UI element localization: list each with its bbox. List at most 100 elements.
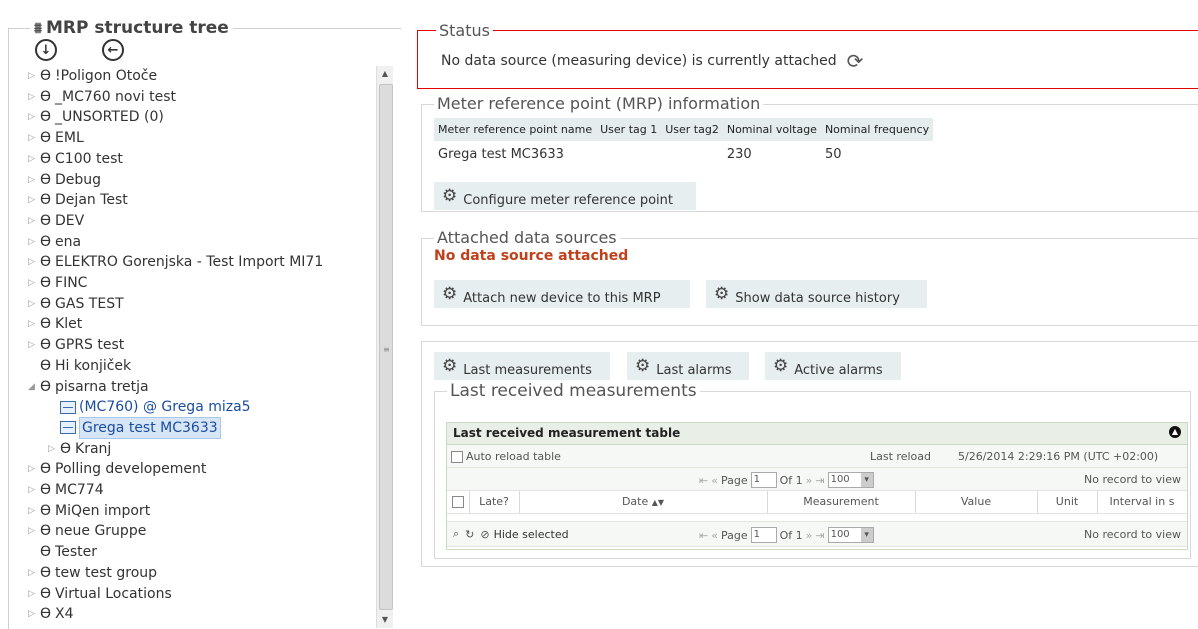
tree-item[interactable]: ▷ Ө X4 xyxy=(28,604,74,624)
gear-icon: ⚙ xyxy=(442,284,458,304)
no-record-text: No record to view xyxy=(1084,528,1181,541)
tree-item[interactable]: ◢ Өpisarna tretja xyxy=(28,377,149,397)
tree-item[interactable]: ▷ Ө Dejan Test xyxy=(28,190,128,210)
expand-arrow-icon[interactable]: ▷ xyxy=(28,294,40,314)
scroll-down-icon[interactable]: ▼ xyxy=(377,612,393,628)
tree-item[interactable]: (MC760) @ Grega miza5 xyxy=(48,397,251,417)
auto-reload-checkbox[interactable] xyxy=(451,450,463,463)
last-page-icon[interactable]: ⇥ xyxy=(815,474,824,487)
tree-item[interactable]: ▷ Ө DEV xyxy=(28,211,84,231)
expand-arrow-icon[interactable]: ▷ xyxy=(28,211,40,231)
tree-item[interactable]: ▷ Өneue Gruppe xyxy=(28,521,146,541)
tree-item[interactable]: ▷ Ө EML xyxy=(28,128,84,148)
tree-item[interactable]: ▷ Ө C100 test xyxy=(28,149,123,169)
expand-arrow-icon[interactable]: ▷ xyxy=(28,563,40,583)
expand-arrow-icon[interactable]: ▷ xyxy=(28,170,40,190)
tree-item-label: MiQen import xyxy=(55,502,151,519)
col-value[interactable]: Value xyxy=(915,491,1038,513)
col-user-tag2: User tag2 xyxy=(661,118,723,141)
col-measurement[interactable]: Measurement xyxy=(767,491,916,513)
tree-item[interactable]: Ө Tester xyxy=(28,542,97,562)
hide-selected-button[interactable]: ⊘ Hide selected xyxy=(480,528,568,541)
show-history-button[interactable]: ⚙ Show data source history xyxy=(706,280,927,308)
tree-scrollbar[interactable]: ▲ ≡ ▼ xyxy=(376,66,393,628)
expand-arrow-icon[interactable]: ▷ xyxy=(28,521,40,541)
expand-arrow-icon[interactable]: ▷ xyxy=(48,439,60,459)
tree-item-label: !Poligon Otoče xyxy=(55,68,158,84)
search-icon[interactable]: ⌕ xyxy=(453,527,459,541)
scroll-thumb[interactable]: ≡ xyxy=(379,84,393,610)
page-input[interactable]: 1 xyxy=(750,472,777,488)
expand-arrow-icon[interactable]: ▷ xyxy=(28,252,40,272)
col-late[interactable]: Late? xyxy=(469,491,520,513)
reload-icon[interactable]: ↻ xyxy=(465,528,474,541)
tree-item[interactable]: ▷ Өena xyxy=(28,232,81,252)
tree-item-label: tew test group xyxy=(55,564,158,581)
tree-item[interactable]: ▷ Ө MC774 xyxy=(28,480,104,500)
location-node-icon: Ө xyxy=(40,461,52,478)
expand-arrow-icon[interactable]: ▷ xyxy=(28,66,40,86)
expand-arrow-icon[interactable]: ▷ xyxy=(28,480,40,500)
cell-nominal-voltage: 230 xyxy=(726,147,752,162)
location-node-icon: Ө xyxy=(40,606,52,623)
expand-arrow-icon[interactable]: ▷ xyxy=(28,273,40,293)
tab-last-alarms[interactable]: ⚙ Last alarms xyxy=(627,352,749,380)
prev-page-icon[interactable]: « xyxy=(711,474,718,487)
expand-arrow-icon[interactable]: ▷ xyxy=(28,87,40,107)
first-page-icon[interactable]: ⇤ xyxy=(699,474,708,487)
tree-item[interactable]: ▷ Ө _MC760 novi test xyxy=(28,87,176,107)
prev-page-icon[interactable]: « xyxy=(711,529,718,542)
attach-device-button[interactable]: ⚙ Attach new device to this MRP xyxy=(434,280,690,308)
tree-item-label: ena xyxy=(55,233,82,250)
select-all-checkbox[interactable] xyxy=(452,496,464,508)
expand-arrow-icon[interactable]: ▷ xyxy=(28,459,40,479)
auto-reload-toggle[interactable]: Auto reload table xyxy=(451,450,561,463)
col-interval[interactable]: Interval in s xyxy=(1097,491,1187,513)
tree-item[interactable]: ▷ Ө Virtual Locations xyxy=(28,584,172,604)
expand-arrow-icon[interactable]: ▷ xyxy=(28,149,40,169)
tree-item[interactable]: Grega test MC3633 xyxy=(48,416,221,439)
tree-item[interactable]: ▷ Ө _UNSORTED (0) xyxy=(28,107,164,127)
col-unit[interactable]: Unit xyxy=(1037,491,1098,513)
back-icon[interactable]: ← xyxy=(102,39,124,61)
scroll-up-icon[interactable]: ▲ xyxy=(377,66,393,82)
expand-arrow-icon[interactable]: ▷ xyxy=(28,335,40,355)
page-input[interactable]: 1 xyxy=(750,527,777,543)
tree-item[interactable]: ▷ Ө Polling developement xyxy=(28,459,206,479)
tree-item[interactable]: ▷ Ө GPRS test xyxy=(28,335,124,355)
tree-item[interactable]: ▷ Ө MiQen import xyxy=(28,501,150,521)
configure-mrp-button[interactable]: ⚙ Configure meter reference point xyxy=(434,182,696,210)
grid-caption: Last received measurement table ▲ xyxy=(447,423,1187,445)
expand-arrow-icon[interactable]: ▷ xyxy=(28,107,40,127)
page-size-select[interactable]: 100 xyxy=(827,472,874,488)
tree-item-label: MC774 xyxy=(55,482,104,498)
expand-arrow-icon[interactable]: ▷ xyxy=(28,190,40,210)
expand-arrow-icon[interactable]: ▷ xyxy=(28,604,40,624)
expand-arrow-icon[interactable]: ▷ xyxy=(28,584,40,604)
tree-item[interactable]: ▷ Ө Kranj xyxy=(48,439,111,459)
next-page-icon[interactable]: » xyxy=(806,474,813,487)
tree-item[interactable]: ▷ Ө ELEKTRO Gorenjska - Test Import MI71 xyxy=(28,252,323,272)
tree-item[interactable]: ▷ Ө Klet xyxy=(28,314,82,334)
tree-item[interactable]: ▷ Ө Debug xyxy=(28,170,101,190)
collapse-icon[interactable]: ▲ xyxy=(1169,426,1181,438)
tree-item[interactable]: Ө Hi konjiček xyxy=(28,356,131,376)
tab-last-measurements[interactable]: ⚙ Last measurements xyxy=(434,352,610,380)
tree-item[interactable]: ▷ Ө GAS TEST xyxy=(28,294,124,314)
expand-arrow-icon[interactable]: ▷ xyxy=(28,232,40,252)
last-page-icon[interactable]: ⇥ xyxy=(815,529,824,542)
page-size-select[interactable]: 100 xyxy=(827,527,874,543)
tree-item[interactable]: ▷ Өtew test group xyxy=(28,563,157,583)
expand-arrow-icon[interactable]: ▷ xyxy=(28,501,40,521)
expand-all-icon[interactable]: ↓ xyxy=(35,39,57,61)
expand-arrow-icon[interactable]: ▷ xyxy=(28,314,40,334)
tree-item[interactable]: ▷ Ө FINC xyxy=(28,273,87,293)
expand-arrow-icon[interactable]: ◢ xyxy=(28,377,40,397)
first-page-icon[interactable]: ⇤ xyxy=(699,529,708,542)
next-page-icon[interactable]: » xyxy=(806,529,813,542)
expand-arrow-icon[interactable]: ▷ xyxy=(28,128,40,148)
col-date[interactable]: Date ▲▼ xyxy=(519,491,768,513)
tab-active-alarms[interactable]: ⚙ Active alarms xyxy=(765,352,901,380)
refresh-icon[interactable]: ⟳ xyxy=(847,49,864,73)
tree-item[interactable]: ▷ Ө !Poligon Otoče xyxy=(28,66,157,86)
